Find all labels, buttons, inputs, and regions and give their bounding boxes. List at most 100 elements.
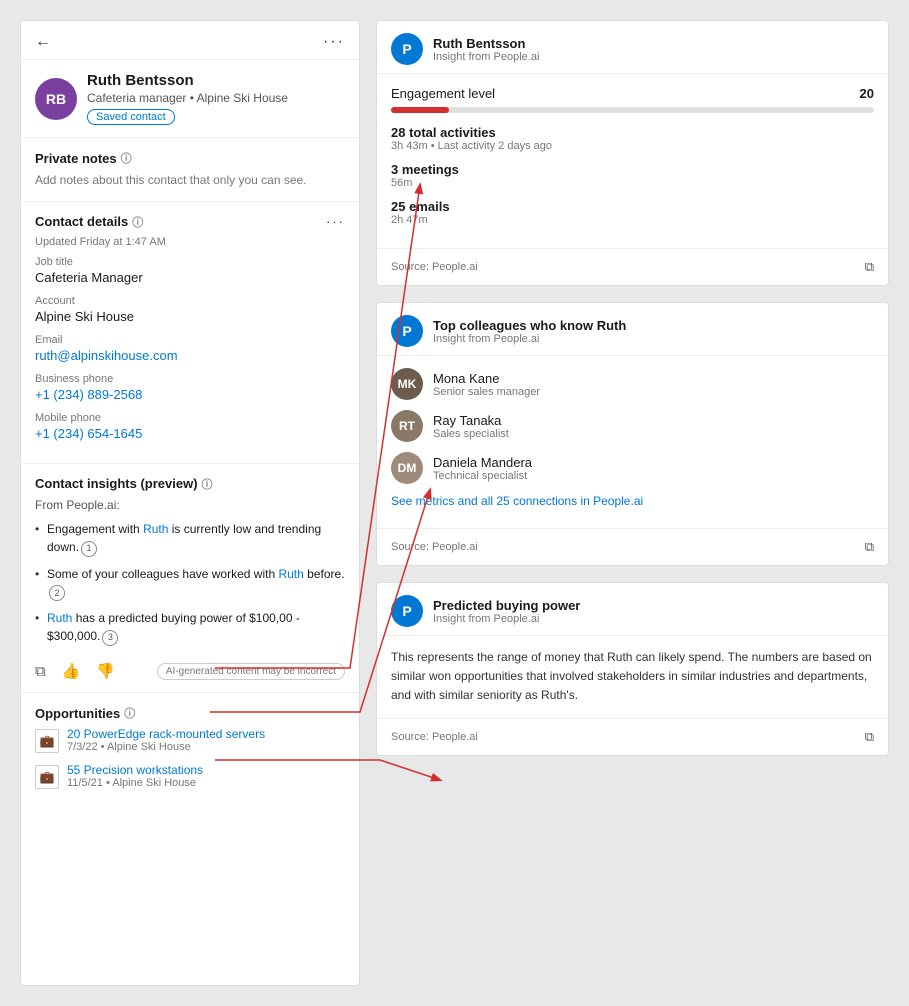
meetings-sub: 56m [391,177,874,189]
email-value[interactable]: ruth@alpinskihouse.com [35,348,345,363]
contact-name: Ruth Bentsson [87,72,288,89]
insights-info-icon[interactable]: ⓘ [202,476,213,492]
opportunity-title-2[interactable]: 55 Precision workstations [67,763,203,777]
insight1-name[interactable]: Ruth [143,522,168,536]
left-panel: ← ··· RB Ruth Bentsson Cafeteria manager… [20,20,360,986]
private-notes-section: Private notes ⓘ Add notes about this con… [21,138,359,202]
business-phone-label: Business phone [35,373,345,385]
engagement-card-header-text: Ruth Bentsson Insight from People.ai [433,36,539,63]
mobile-phone-label: Mobile phone [35,412,345,424]
job-title-value: Cafeteria Manager [35,270,345,285]
thumbup-icon[interactable]: 👍 [62,662,81,680]
colleagues-card-avatar: P [391,315,423,347]
emails-title: 25 emails [391,199,874,214]
contact-insights-section: Contact insights (preview) ⓘ From People… [21,464,359,693]
colleague-info-2: Ray Tanaka Sales specialist [433,413,509,440]
contact-details-title: Contact details ⓘ [35,214,143,230]
insight2-before: Some of your colleagues have worked with [47,567,278,581]
business-phone-value[interactable]: +1 (234) 889-2568 [35,387,345,402]
opportunity-item-2: 💼 55 Precision workstations 11/5/21 • Al… [35,763,345,789]
private-notes-title: Private notes ⓘ [35,150,345,166]
insight3-name[interactable]: Ruth [47,611,72,625]
colleague-item-1: MK Mona Kane Senior sales manager [391,368,874,400]
buying-power-card-avatar: P [391,595,423,627]
buying-power-text: This represents the range of money that … [391,648,874,706]
insight3-badge[interactable]: 3 [102,630,118,646]
insight2-badge[interactable]: 2 [49,585,65,601]
see-metrics-link[interactable]: See metrics and all 25 connections in Pe… [391,494,874,508]
activities-sub: 3h 43m • Last activity 2 days ago [391,140,874,152]
opportunity-details-1: 20 PowerEdge rack-mounted servers 7/3/22… [67,727,265,753]
mobile-phone-value[interactable]: +1 (234) 654-1645 [35,426,345,441]
opportunity-meta-2: 11/5/21 • Alpine Ski House [67,777,203,789]
contact-insights-title: Contact insights (preview) ⓘ [35,476,345,492]
engagement-external-link-icon[interactable]: ⧉ [865,259,874,275]
buying-power-card-body: This represents the range of money that … [377,636,888,718]
business-phone-item: Business phone +1 (234) 889-2568 [35,373,345,402]
colleague-avatar-2: RT [391,410,423,442]
colleagues-external-link-icon[interactable]: ⧉ [865,539,874,555]
opportunity-details-2: 55 Precision workstations 11/5/21 • Alpi… [67,763,203,789]
opportunities-info-icon[interactable]: ⓘ [124,705,135,721]
activities-stat: 28 total activities 3h 43m • Last activi… [391,125,874,152]
back-button[interactable]: ← [35,33,51,51]
colleagues-card-title: Top colleagues who know Ruth [433,318,626,333]
colleague-item-3: DM Daniela Mandera Technical specialist [391,452,874,484]
buying-power-source: Source: People.ai [391,731,478,743]
insight2-after: before. [304,567,345,581]
mobile-phone-item: Mobile phone +1 (234) 654-1645 [35,412,345,441]
colleagues-card-footer: Source: People.ai ⧉ [377,528,888,565]
avatar: RB [35,78,77,120]
engagement-card-title: Ruth Bentsson [433,36,539,51]
insight2-name[interactable]: Ruth [278,567,303,581]
engagement-score: 20 [860,86,874,101]
colleagues-card: P Top colleagues who know Ruth Insight f… [376,302,889,566]
opportunity-title-1[interactable]: 20 PowerEdge rack-mounted servers [67,727,265,741]
panel-header: ← ··· [21,21,359,60]
updated-text: Updated Friday at 1:47 AM [35,236,345,248]
colleague-info-3: Daniela Mandera Technical specialist [433,455,532,482]
from-people-label: From People.ai: [35,498,345,512]
account-item: Account Alpine Ski House [35,295,345,324]
saved-badge: Saved contact [87,109,175,125]
engagement-card-header: P Ruth Bentsson Insight from People.ai [377,21,888,74]
private-notes-info-icon[interactable]: ⓘ [121,150,132,166]
insight1-before: Engagement with [47,522,143,536]
opportunity-icon-2: 💼 [35,765,59,789]
engagement-source: Source: People.ai [391,261,478,273]
copy-icon[interactable]: ⧉ [35,663,46,680]
ai-disclaimer: AI-generated content may be incorrect [157,663,345,680]
colleagues-card-subtitle: Insight from People.ai [433,333,626,345]
right-panels: P Ruth Bentsson Insight from People.ai E… [376,20,889,986]
account-value: Alpine Ski House [35,309,345,324]
buying-power-card-title: Predicted buying power [433,598,580,613]
contact-details-header: Contact details ⓘ ··· [35,214,345,230]
buying-power-card-subtitle: Insight from People.ai [433,613,580,625]
buying-power-external-link-icon[interactable]: ⧉ [865,729,874,745]
thumbdown-icon[interactable]: 👎 [96,662,115,680]
contact-details-more-button[interactable]: ··· [326,214,345,229]
emails-stat: 25 emails 2h 47m [391,199,874,226]
opportunity-meta-1: 7/3/22 • Alpine Ski House [67,741,265,753]
opportunity-icon-1: 💼 [35,729,59,753]
colleague-name-3: Daniela Mandera [433,455,532,470]
colleagues-card-header: P Top colleagues who know Ruth Insight f… [377,303,888,356]
email-item: Email ruth@alpinskihouse.com [35,334,345,363]
action-icons: ⧉ 👍 👎 [35,662,115,680]
activities-title: 28 total activities [391,125,874,140]
insight1-badge[interactable]: 1 [81,541,97,557]
colleague-role-3: Technical specialist [433,470,532,482]
contact-details-info-icon[interactable]: ⓘ [132,214,143,230]
opportunities-section: Opportunities ⓘ 💼 20 PowerEdge rack-moun… [21,693,359,811]
opportunities-title: Opportunities ⓘ [35,705,345,721]
colleague-info-1: Mona Kane Senior sales manager [433,371,540,398]
engagement-label: Engagement level [391,86,495,101]
emails-sub: 2h 47m [391,214,874,226]
job-title-item: Job title Cafeteria Manager [35,256,345,285]
colleague-name-1: Mona Kane [433,371,540,386]
buying-power-card-header: P Predicted buying power Insight from Pe… [377,583,888,636]
colleague-avatar-1: MK [391,368,423,400]
private-notes-placeholder: Add notes about this contact that only y… [35,172,345,189]
more-button[interactable]: ··· [323,33,345,51]
job-title-label: Job title [35,256,345,268]
